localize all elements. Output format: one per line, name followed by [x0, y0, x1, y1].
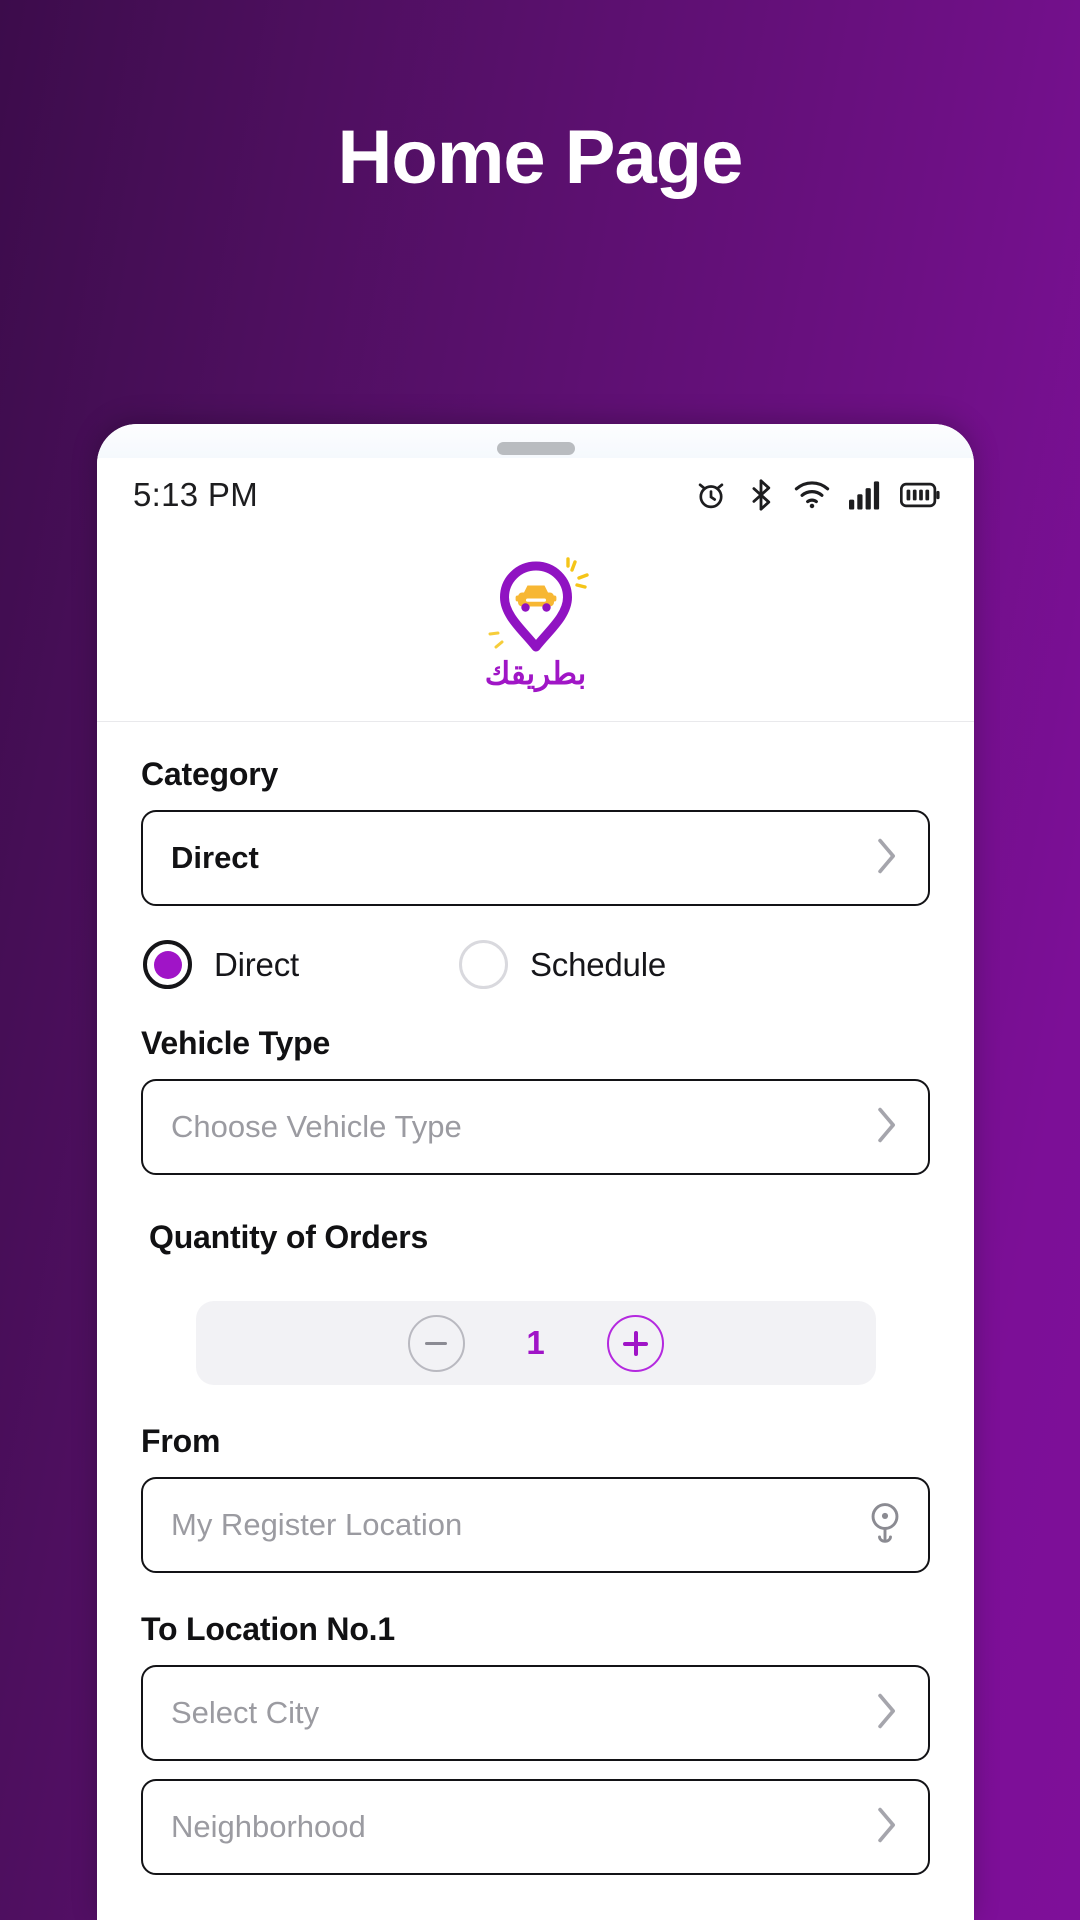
phone-mockup: 5:13 PM بطريقك Category Direct Direct Sc… — [97, 424, 974, 1920]
to-location-1-city-select[interactable]: Select City — [141, 1665, 930, 1761]
category-value: Direct — [171, 840, 259, 875]
chevron-right-icon — [872, 1691, 902, 1736]
radio-direct-label: Direct — [214, 945, 299, 983]
chevron-right-icon — [872, 1805, 902, 1850]
radio-schedule-icon — [458, 940, 508, 989]
chevron-right-icon — [872, 1105, 902, 1150]
quantity-stepper: 1 — [195, 1301, 876, 1385]
from-placeholder: My Register Location — [171, 1507, 463, 1542]
status-bar: 5:13 PM — [97, 458, 974, 532]
home-form: Category Direct Direct Schedule Vehicle … — [97, 722, 974, 1875]
vehicle-type-placeholder: Choose Vehicle Type — [171, 1109, 462, 1144]
status-bar-icons — [694, 478, 940, 512]
to-location-1-city-placeholder: Select City — [171, 1695, 320, 1730]
quantity-value: 1 — [526, 1324, 545, 1361]
wifi-icon — [794, 480, 830, 510]
vehicle-type-label: Vehicle Type — [141, 1025, 331, 1061]
to-location-1-label: To Location No.1 — [141, 1611, 395, 1647]
vehicle-type-select[interactable]: Choose Vehicle Type — [141, 1079, 930, 1175]
chevron-right-icon — [872, 836, 902, 881]
radio-option-schedule[interactable]: Schedule — [458, 940, 666, 989]
map-pin-car-logo — [476, 554, 596, 658]
delivery-mode-radio-group: Direct Schedule — [141, 940, 930, 989]
minus-icon — [425, 1341, 447, 1345]
phone-speaker-grille — [496, 442, 575, 455]
app-logo-wordmark: بطريقك — [484, 655, 587, 691]
quantity-increment-button[interactable] — [606, 1314, 664, 1372]
plus-icon — [622, 1330, 648, 1356]
radio-schedule-label: Schedule — [529, 945, 666, 983]
quantity-label: Quantity of Orders — [149, 1219, 429, 1255]
cellular-signal-icon — [849, 480, 881, 510]
battery-icon — [900, 482, 940, 508]
radio-direct-icon — [143, 940, 192, 989]
alarm-icon — [694, 478, 728, 512]
to-location-1-neighborhood-select[interactable]: Neighborhood — [141, 1779, 930, 1875]
from-location-field[interactable]: My Register Location — [141, 1477, 930, 1573]
app-logo-header: بطريقك — [97, 532, 974, 722]
status-bar-time: 5:13 PM — [133, 476, 258, 513]
phone-top-bezel — [97, 424, 974, 458]
quantity-decrement-button[interactable] — [407, 1314, 465, 1372]
radio-option-direct[interactable]: Direct — [143, 940, 299, 989]
to-location-1-neighborhood-placeholder: Neighborhood — [171, 1809, 366, 1844]
location-pin-icon[interactable] — [868, 1502, 902, 1549]
page-title: Home Page — [337, 115, 744, 200]
category-label: Category — [141, 756, 279, 792]
from-label: From — [141, 1423, 221, 1459]
category-select[interactable]: Direct — [141, 810, 930, 906]
bluetooth-icon — [747, 478, 775, 512]
